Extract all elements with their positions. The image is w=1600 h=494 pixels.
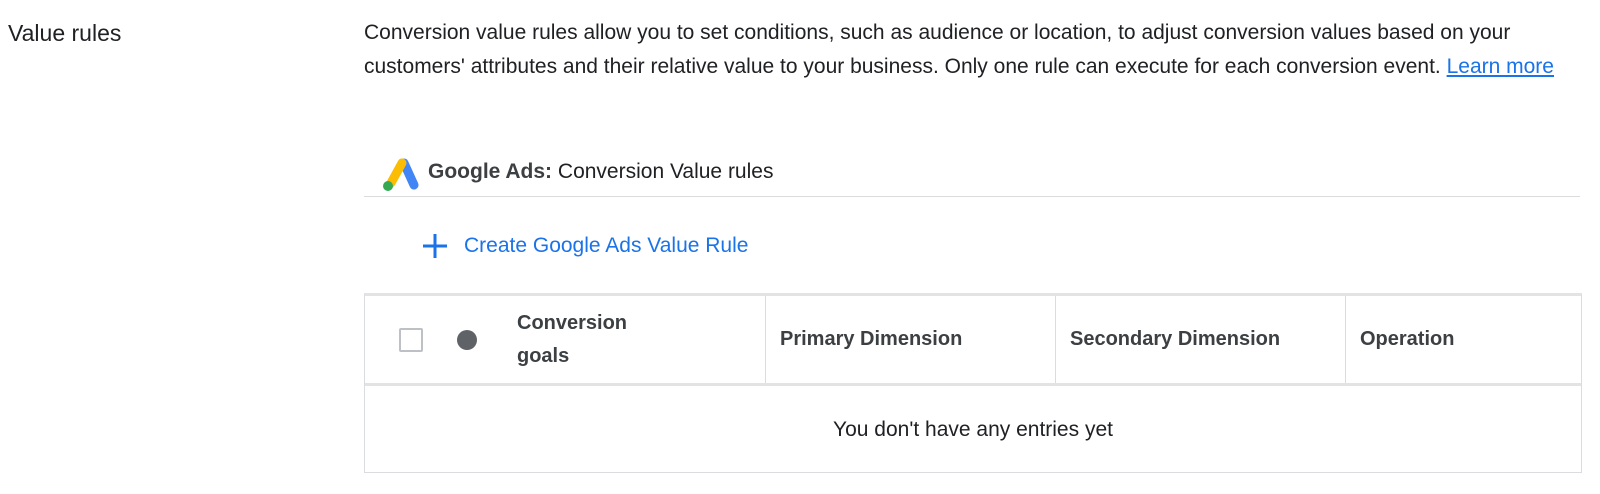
column-header-secondary-dimension: Secondary Dimension [1056,296,1346,383]
table-header-row: Conversion goals Primary Dimension Secon… [365,296,1581,386]
learn-more-link[interactable]: Learn more [1447,55,1554,78]
value-rules-description: Conversion value rules allow you to set … [364,16,1584,83]
description-text: Conversion value rules allow you to set … [364,21,1511,78]
ads-header-bold-label: Google Ads: [428,160,553,183]
ads-header-title: Google Ads: Conversion Value rules [428,160,773,184]
status-dot-icon [457,329,477,350]
column-header-primary-dimension: Primary Dimension [766,296,1056,383]
google-ads-header: Google Ads: Conversion Value rules [364,152,1580,197]
ads-header-label: Conversion Value rules [552,160,774,183]
value-rules-table: Conversion goals Primary Dimension Secon… [364,293,1582,473]
create-value-rule-button[interactable]: Create Google Ads Value Rule [420,226,748,266]
column-header-operation: Operation [1360,328,1455,350]
column-label-conversion-goals: Conversion goals [517,311,628,367]
select-all-checkbox[interactable] [399,327,423,352]
column-header-conversion-goals: Conversion goals [365,296,766,383]
section-title: Value rules [8,20,122,46]
google-ads-logo-icon [383,158,419,191]
empty-state-message: You don't have any entries yet [833,417,1113,441]
create-value-rule-label: Create Google Ads Value Rule [464,234,749,257]
plus-icon [423,234,447,258]
